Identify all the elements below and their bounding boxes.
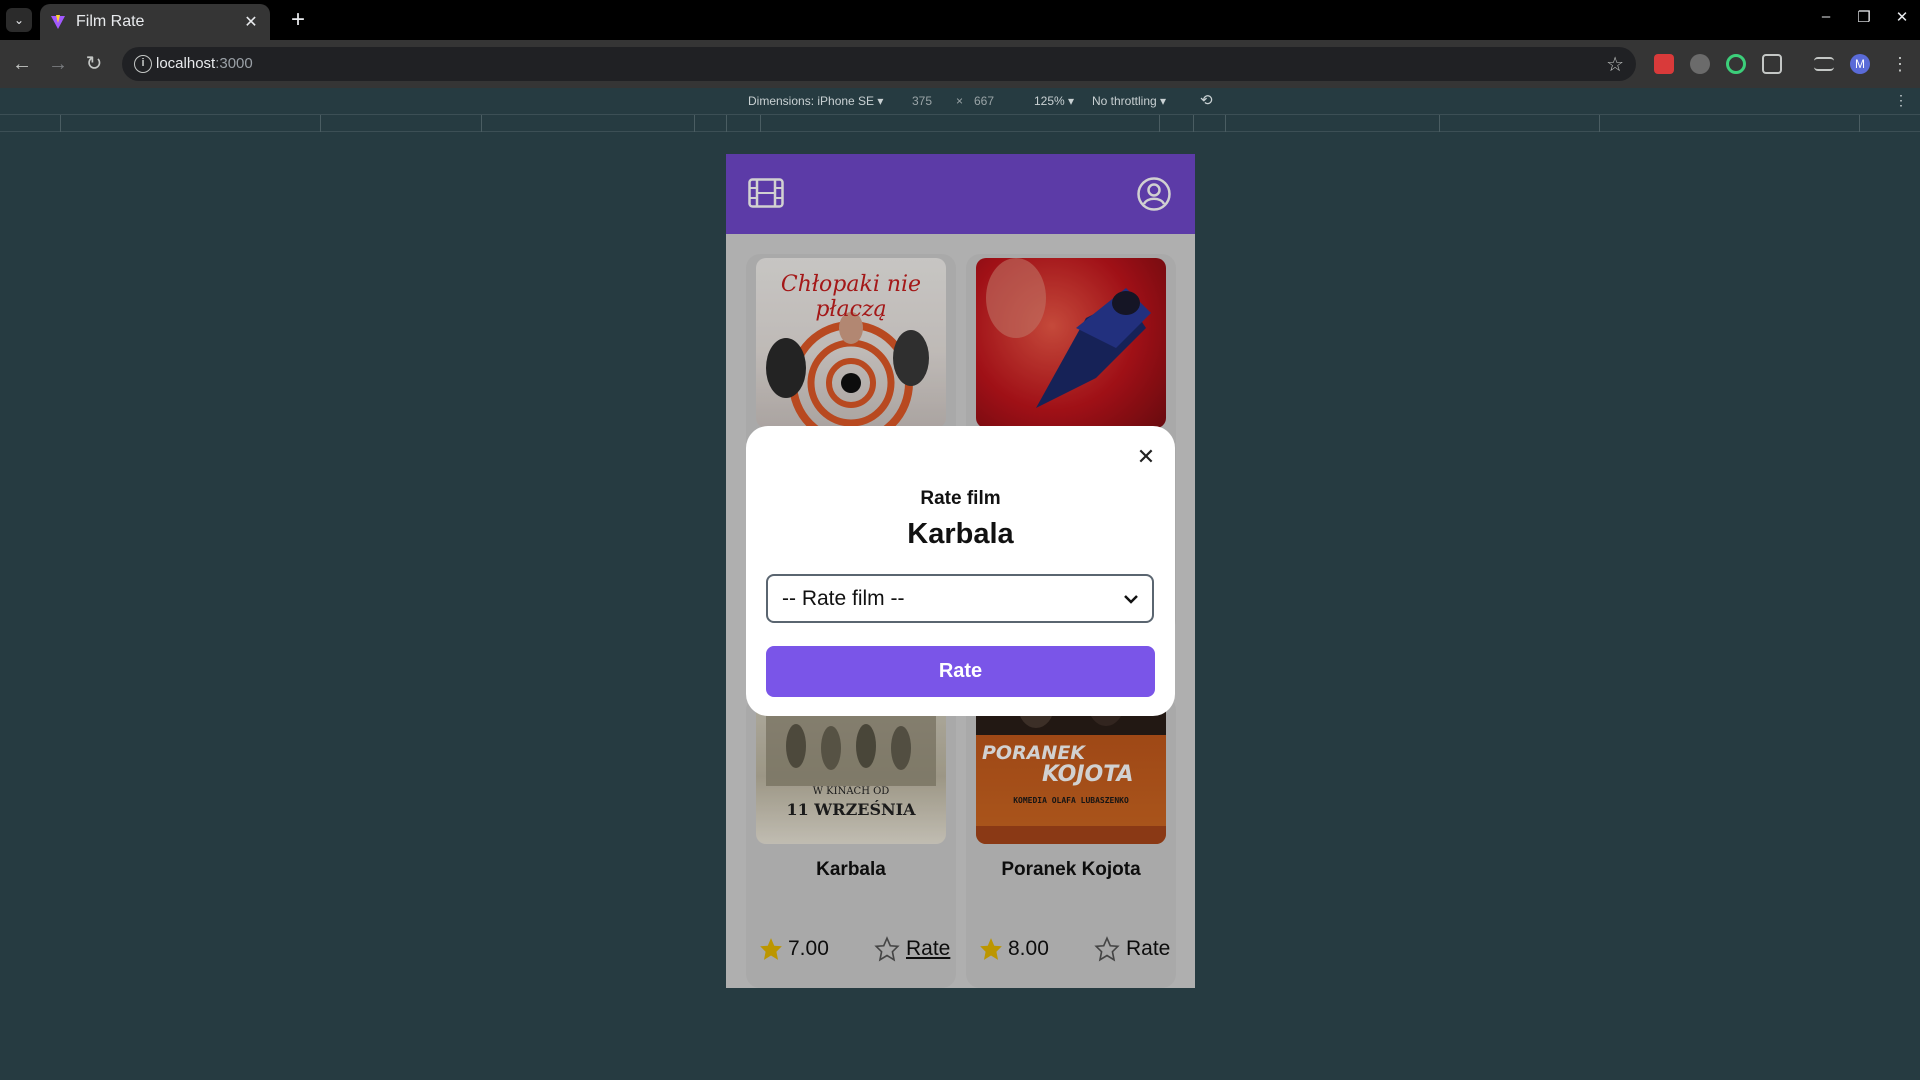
url-text: localhost:3000 xyxy=(156,55,253,72)
throttling-select[interactable]: No throttling ▾ xyxy=(1092,94,1166,108)
device-toolbar: Dimensions: iPhone SE ▾ 375 × 667 125% ▾… xyxy=(0,88,1920,115)
tab-search-button[interactable]: ⌄ xyxy=(6,8,32,32)
rate-film-modal: ✕ Rate film Karbala -- Rate film -- Rate xyxy=(746,426,1175,716)
devtools-more-icon[interactable]: ⋮ xyxy=(1894,92,1908,109)
rating-select-value: -- Rate film -- xyxy=(782,586,905,610)
media-query-ruler xyxy=(0,115,1920,132)
rating-select[interactable]: -- Rate film -- xyxy=(766,574,1154,623)
minimize-icon[interactable]: – xyxy=(1818,8,1834,26)
browser-tab-bar: ⌄ Film Rate ✕ + – ❐ ✕ xyxy=(0,0,1920,40)
device-height-input[interactable]: 667 xyxy=(974,94,994,108)
back-icon[interactable]: ← xyxy=(10,52,34,76)
device-viewport: Chłopaki nie płaczą W KINACH OD 11 WRZEŚ… xyxy=(726,154,1195,988)
address-bar[interactable]: i localhost:3000 ☆ xyxy=(122,47,1636,81)
close-window-icon[interactable]: ✕ xyxy=(1894,8,1910,26)
extension-green-icon[interactable] xyxy=(1726,54,1746,74)
profile-avatar[interactable]: M xyxy=(1850,54,1870,74)
dimension-separator: × xyxy=(956,94,964,108)
restore-icon[interactable]: ❐ xyxy=(1856,8,1872,26)
modal-subtitle: Rate film xyxy=(920,488,1001,509)
rate-submit-button[interactable]: Rate xyxy=(766,646,1155,697)
media-control-icon[interactable] xyxy=(1814,57,1834,71)
modal-film-title: Karbala xyxy=(907,518,1014,550)
site-info-icon[interactable]: i xyxy=(134,55,152,73)
forward-icon[interactable]: → xyxy=(46,52,70,76)
tab-title: Film Rate xyxy=(76,13,145,30)
reload-icon[interactable]: ↻ xyxy=(82,52,106,76)
close-icon[interactable]: ✕ xyxy=(1135,446,1157,468)
device-dimensions-select[interactable]: Dimensions: iPhone SE ▾ xyxy=(748,94,883,108)
browser-toolbar: ← → ↻ i localhost:3000 ☆ M ⋮ xyxy=(0,40,1920,88)
bookmark-star-icon[interactable]: ☆ xyxy=(1606,52,1624,77)
new-tab-button[interactable]: + xyxy=(284,6,312,34)
device-width-input[interactable]: 375 xyxy=(912,94,932,108)
tab-close-icon[interactable]: ✕ xyxy=(242,12,260,32)
vite-favicon-icon xyxy=(51,15,65,29)
extensions-puzzle-icon[interactable] xyxy=(1762,54,1782,74)
window-controls: – ❐ ✕ xyxy=(1818,8,1910,26)
extension-gear-icon[interactable] xyxy=(1690,54,1710,74)
zoom-select[interactable]: 125% ▾ xyxy=(1034,94,1074,108)
browser-tab[interactable]: Film Rate ✕ xyxy=(40,4,270,40)
chevron-down-icon xyxy=(1124,594,1138,604)
browser-menu-icon[interactable]: ⋮ xyxy=(1890,54,1910,74)
extension-red-icon[interactable] xyxy=(1654,54,1674,74)
rotate-icon[interactable]: ⟲ xyxy=(1200,91,1213,109)
